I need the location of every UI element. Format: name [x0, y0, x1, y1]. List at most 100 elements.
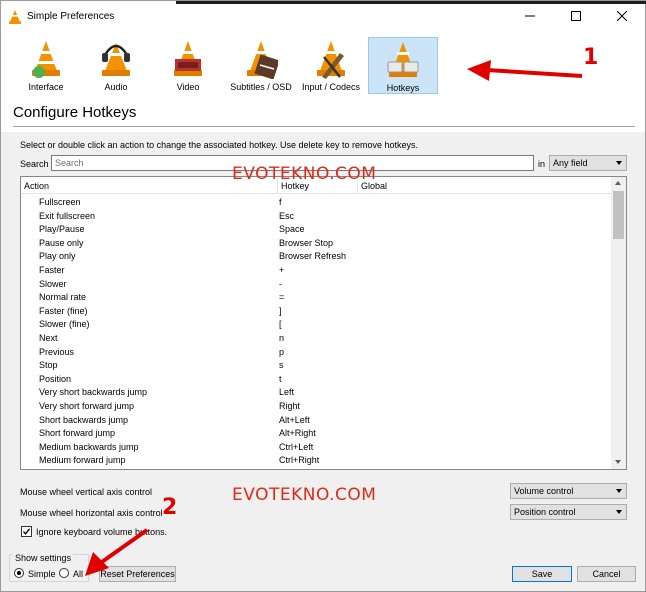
table-row[interactable]: Fullscreen f [21, 196, 612, 210]
annotation-number-1: 1 [583, 45, 599, 70]
preferences-window: Simple Preferences Interface Audio Video… [0, 0, 646, 592]
scrollbar-thumb[interactable] [613, 191, 624, 239]
row-action: Short backwards jump [39, 414, 129, 425]
table-row[interactable]: Slower (fine) [ [21, 318, 612, 332]
minimize-button[interactable] [507, 1, 553, 32]
table-row[interactable]: Play only Browser Refresh [21, 250, 612, 264]
show-settings-title: Show settings [13, 553, 74, 563]
table-row[interactable]: Very short backwards jump Left [21, 386, 612, 400]
category-video[interactable]: Video [159, 37, 217, 93]
category-label: Interface [28, 82, 64, 92]
category-label: Input / Codecs [301, 82, 361, 92]
watermark-text: EVOTEKNO.COM [232, 164, 377, 184]
row-action: Previous [39, 346, 75, 357]
table-row[interactable]: Very short forward jump Right [21, 400, 612, 414]
chevron-up-icon[interactable] [615, 181, 621, 185]
table-row[interactable]: Faster + [21, 264, 612, 278]
category-hotkeys[interactable]: Hotkeys [368, 37, 438, 94]
annotation-arrow-icon [85, 528, 149, 580]
row-hotkey: Alt+Right [279, 428, 316, 439]
radio-simple[interactable] [14, 568, 24, 578]
minimize-icon [525, 11, 535, 23]
category-label: Audio [104, 82, 128, 92]
table-row[interactable]: Play/Pause Space [21, 223, 612, 237]
close-icon [616, 10, 628, 23]
row-hotkey: ] [279, 305, 282, 316]
table-row[interactable]: Next n [21, 332, 612, 346]
category-subtitles-osd[interactable]: Subtitles / OSD [227, 37, 295, 93]
hotkeys-table[interactable]: Action Hotkey Global Fullscreen f Exit fu… [20, 176, 627, 470]
cancel-button[interactable]: Cancel [577, 566, 636, 582]
table-row[interactable]: Short backwards jump Alt+Left [21, 414, 612, 428]
table-row[interactable]: Slower - [21, 278, 612, 292]
maximize-button[interactable] [553, 1, 599, 32]
table-row[interactable]: Position t [21, 373, 612, 387]
table-row[interactable]: Normal rate = [21, 291, 612, 305]
table-row[interactable]: Pause only Browser Stop [21, 237, 612, 251]
radio-simple-label: Simple [28, 569, 56, 579]
annotation-arrow-icon [467, 59, 585, 85]
mouse-vertical-select[interactable]: Volume control [510, 483, 627, 499]
vlc-cone-icon [9, 10, 21, 26]
category-audio[interactable]: Audio [87, 37, 145, 93]
search-label: Search [20, 159, 49, 169]
mouse-horizontal-select[interactable]: Position control [510, 504, 627, 520]
table-row[interactable]: Previous p [21, 346, 612, 360]
table-row[interactable]: Short forward jump Alt+Right [21, 427, 612, 441]
row-action: Short forward jump [39, 428, 116, 439]
table-row[interactable]: Medium forward jump Ctrl+Right [21, 454, 612, 468]
row-hotkey: Left [279, 387, 295, 398]
chevron-down-icon[interactable] [615, 460, 621, 464]
page-description: Select or double click an action to chan… [20, 140, 419, 150]
category-label: Video [176, 82, 200, 92]
input-cone-icon [314, 39, 348, 81]
page-title: Configure Hotkeys [13, 104, 137, 121]
mouse-horizontal-value: Position control [514, 507, 576, 517]
search-scope-select[interactable]: Any field [549, 155, 627, 171]
row-action: Slower (fine) [39, 319, 90, 330]
row-hotkey: Space [279, 224, 305, 235]
close-button[interactable] [599, 1, 645, 32]
row-hotkey: n [279, 333, 285, 343]
category-input-codecs[interactable]: Input / Codecs [299, 37, 363, 93]
mouse-horizontal-label: Mouse wheel horizontal axis control [20, 508, 163, 518]
row-action: Faster [39, 265, 65, 275]
row-action: Very short backwards jump [39, 387, 148, 398]
heading-area: Configure Hotkeys [1, 96, 645, 132]
row-action: Faster (fine) [39, 305, 88, 316]
row-hotkey: Esc [279, 210, 295, 221]
row-action: Medium forward jump [39, 455, 126, 466]
row-hotkey: - [279, 278, 282, 289]
video-cone-icon [171, 39, 205, 81]
row-hotkey: t [279, 373, 282, 384]
table-row[interactable]: Medium backwards jump Ctrl+Left [21, 441, 612, 455]
table-row[interactable]: Stop s [21, 359, 612, 373]
row-hotkey: = [279, 292, 285, 303]
row-hotkey: Ctrl+Right [279, 455, 320, 466]
chevron-down-icon [616, 510, 622, 514]
table-scrollbar[interactable] [611, 177, 626, 469]
audio-cone-icon [99, 39, 133, 81]
row-hotkey: Right [279, 401, 301, 411]
chevron-down-icon [616, 489, 622, 493]
hotkeys-cone-icon [386, 40, 420, 82]
row-action: Normal rate [39, 292, 87, 303]
row-hotkey: Ctrl+Left [279, 441, 314, 452]
row-action: Next [39, 333, 58, 343]
row-action: Fullscreen [39, 197, 81, 207]
save-button[interactable]: Save [512, 566, 572, 582]
row-hotkey: p [279, 346, 285, 357]
row-hotkey: [ [279, 319, 282, 330]
heading-divider [13, 126, 635, 127]
ignore-volume-checkbox[interactable] [21, 526, 32, 537]
row-action: Position [39, 373, 72, 384]
category-interface[interactable]: Interface [15, 37, 77, 93]
radio-all[interactable] [59, 568, 69, 578]
window-title: Simple Preferences [27, 11, 115, 22]
column-header-action[interactable]: Action [24, 181, 49, 191]
table-row[interactable]: Exit fullscreen Esc [21, 210, 612, 224]
row-action: Pause only [39, 237, 84, 248]
table-row[interactable]: Faster (fine)] [21, 305, 612, 319]
row-hotkey: f [279, 197, 282, 207]
category-label: Subtitles / OSD [230, 82, 292, 92]
